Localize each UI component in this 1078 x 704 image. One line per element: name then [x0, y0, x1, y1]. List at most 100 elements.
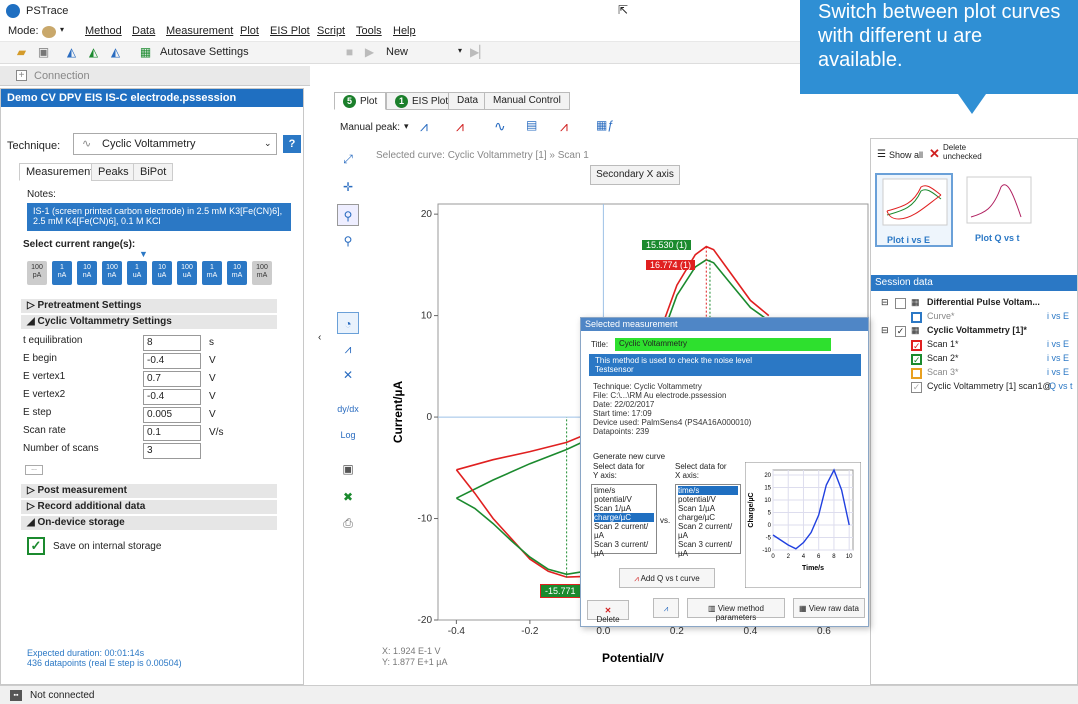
- derivative-icon[interactable]: dy/dx: [337, 398, 359, 420]
- delete-peak-icon[interactable]: ⩘: [456, 118, 464, 135]
- tab-data[interactable]: Data: [448, 92, 488, 110]
- x-option[interactable]: potential/V: [678, 495, 738, 504]
- tree-item-curve[interactable]: Curve* i vs E: [871, 311, 1077, 325]
- show-all-icon[interactable]: ☰: [877, 149, 886, 160]
- y-axis-list[interactable]: time/s potential/V Scan 1/µA charge/µC S…: [591, 484, 657, 558]
- tab-peaks[interactable]: Peaks: [91, 163, 136, 181]
- peak-table-icon[interactable]: ▤: [526, 118, 537, 132]
- section-post-measurement[interactable]: ▷ Post measurement: [21, 484, 277, 498]
- peak-search-icon[interactable]: ⩘: [560, 118, 568, 135]
- x-option[interactable]: Scan 1/µA: [678, 504, 738, 513]
- checkbox-scan2[interactable]: ✓: [911, 354, 922, 365]
- tree-item-scan1[interactable]: ✓ Scan 1* i vs E: [871, 339, 1077, 353]
- zoom-box-icon[interactable]: ⚲: [337, 230, 359, 252]
- collapse-icon[interactable]: ⊟: [881, 325, 889, 336]
- checkbox-cv[interactable]: ✓: [895, 326, 906, 337]
- y-option[interactable]: time/s: [594, 486, 654, 495]
- secondary-x-axis-button[interactable]: Secondary X axis: [590, 165, 680, 185]
- menu-method[interactable]: Method: [85, 25, 122, 37]
- peak-baseline-icon[interactable]: ∿: [494, 118, 506, 135]
- param-input[interactable]: -0.4: [143, 389, 201, 405]
- checkbox-dpv[interactable]: [895, 298, 906, 309]
- tree-item-cv[interactable]: ⊟ ✓ ▦ Cyclic Voltammetry [1]*: [871, 325, 1077, 339]
- section-pretreatment[interactable]: ▷ Pretreatment Settings: [21, 299, 277, 313]
- tree-item-charge[interactable]: ✓ Cyclic Voltammetry [1] scan1@ Q vs t: [871, 381, 1077, 395]
- section-record-data[interactable]: ▷ Record additional data: [21, 500, 277, 514]
- technique-select[interactable]: ∿ Cyclic Voltammetry ⌄: [73, 133, 277, 155]
- zoom-icon[interactable]: ⚲: [337, 204, 359, 226]
- menu-data[interactable]: Data: [132, 25, 155, 37]
- chevron-down-icon[interactable]: ▾: [404, 121, 409, 132]
- cursor-xy-icon[interactable]: ✛: [337, 176, 359, 198]
- y-option[interactable]: Scan 2 current/µA: [594, 522, 654, 540]
- menu-eis-plot[interactable]: EIS Plot: [270, 25, 310, 37]
- menu-plot[interactable]: Plot: [240, 25, 259, 37]
- autosave-settings-button[interactable]: Autosave Settings: [160, 46, 249, 58]
- view-raw-data-button[interactable]: ▦ View raw data: [793, 598, 865, 618]
- range-100mA[interactable]: 100 mA: [252, 261, 272, 285]
- section-on-device-storage[interactable]: ◢ On-device storage: [21, 516, 277, 530]
- y-option-selected[interactable]: charge/µC: [594, 513, 654, 522]
- show-all-button[interactable]: Show all: [889, 150, 923, 160]
- connection-bar[interactable]: + Connection: [0, 66, 310, 86]
- param-input[interactable]: 3: [143, 443, 201, 459]
- param-input[interactable]: 8: [143, 335, 201, 351]
- tab-eis-plot[interactable]: 1 EIS Plot: [386, 92, 458, 110]
- dialog-description[interactable]: This method is used to check the noise l…: [589, 354, 861, 376]
- range-10mA[interactable]: 10 mA: [227, 261, 247, 285]
- checkbox-scan3[interactable]: [911, 368, 922, 379]
- save-internal-checkbox[interactable]: ✓: [27, 537, 45, 555]
- param-input[interactable]: 0.1: [143, 425, 201, 441]
- notes-field[interactable]: IS-1 (screen printed carbon electrode) i…: [27, 203, 291, 231]
- menu-tools[interactable]: Tools: [356, 25, 382, 37]
- excel-export-icon[interactable]: ✖: [337, 486, 359, 508]
- range-100nA[interactable]: 100 nA: [102, 261, 122, 285]
- delete-measurement-button[interactable]: ✕ Delete: [587, 600, 629, 624]
- collapse-panel-icon[interactable]: ‹: [318, 332, 321, 343]
- screenshot-icon[interactable]: ▣: [337, 458, 359, 480]
- run-mode-select[interactable]: New: [386, 46, 408, 58]
- x-option[interactable]: Scan 3 current/µA: [678, 540, 738, 558]
- delete-unchecked-button[interactable]: Delete unchecked: [943, 143, 1003, 161]
- range-1nA[interactable]: 1 nA: [52, 261, 72, 285]
- print-icon[interactable]: ⎙: [337, 512, 359, 534]
- open-method-icon[interactable]: ◭: [64, 45, 79, 60]
- plot-thumbnail-q-vs-t[interactable]: Plot Q vs t: [961, 173, 1039, 247]
- y-option[interactable]: potential/V: [594, 495, 654, 504]
- range-1mA[interactable]: 1 mA: [202, 261, 222, 285]
- zoom-in-icon[interactable]: ⤢: [337, 148, 359, 170]
- tab-manual-control[interactable]: Manual Control: [484, 92, 570, 110]
- tree-item-dpv[interactable]: ⊟ ▦ Differential Pulse Voltam...: [871, 297, 1077, 311]
- x-option[interactable]: Scan 2 current/µA: [678, 522, 738, 540]
- param-input[interactable]: 0.005: [143, 407, 201, 423]
- save-curve-icon[interactable]: ◭: [108, 45, 123, 60]
- param-input[interactable]: 0.7: [143, 371, 201, 387]
- range-100uA[interactable]: 100 uA: [177, 261, 197, 285]
- param-input[interactable]: -0.4: [143, 353, 201, 369]
- open-curve-icon[interactable]: ◭: [86, 45, 101, 60]
- tab-plot[interactable]: 5 Plot: [334, 92, 387, 110]
- stop-icon[interactable]: ■: [342, 45, 357, 60]
- menu-help[interactable]: Help: [393, 25, 416, 37]
- add-peak-icon[interactable]: ⩘: [420, 118, 428, 135]
- expand-icon[interactable]: +: [16, 70, 27, 81]
- section-cv-settings[interactable]: ◢ Cyclic Voltammetry Settings: [21, 315, 277, 329]
- skip-icon[interactable]: ▶▏: [470, 45, 488, 60]
- range-10nA[interactable]: 10 nA: [77, 261, 97, 285]
- checkbox-curve[interactable]: [911, 312, 922, 323]
- help-button[interactable]: ?: [283, 135, 301, 153]
- tree-item-scan2[interactable]: ✓ Scan 2* i vs E: [871, 353, 1077, 367]
- menu-measurement[interactable]: Measurement: [166, 25, 233, 37]
- dialog-title-input[interactable]: Cyclic Voltammetry: [615, 338, 831, 351]
- x-option[interactable]: charge/µC: [678, 513, 738, 522]
- fx-icon[interactable]: ▦ƒ: [596, 118, 614, 132]
- delete-unchecked-icon[interactable]: ✕: [929, 146, 940, 162]
- save-icon[interactable]: ▣: [36, 45, 51, 60]
- more-button[interactable]: ...: [25, 465, 43, 475]
- plot-curve-button[interactable]: ⩘: [653, 598, 679, 618]
- tree-item-scan3[interactable]: Scan 3* i vs E: [871, 367, 1077, 381]
- open-folder-icon[interactable]: ▰: [14, 45, 29, 60]
- peak-tool-icon[interactable]: ◔: [337, 312, 359, 334]
- add-curve-button[interactable]: ⩘ Add Q vs t curve: [619, 568, 715, 588]
- tab-measurement[interactable]: Measurement: [19, 163, 101, 181]
